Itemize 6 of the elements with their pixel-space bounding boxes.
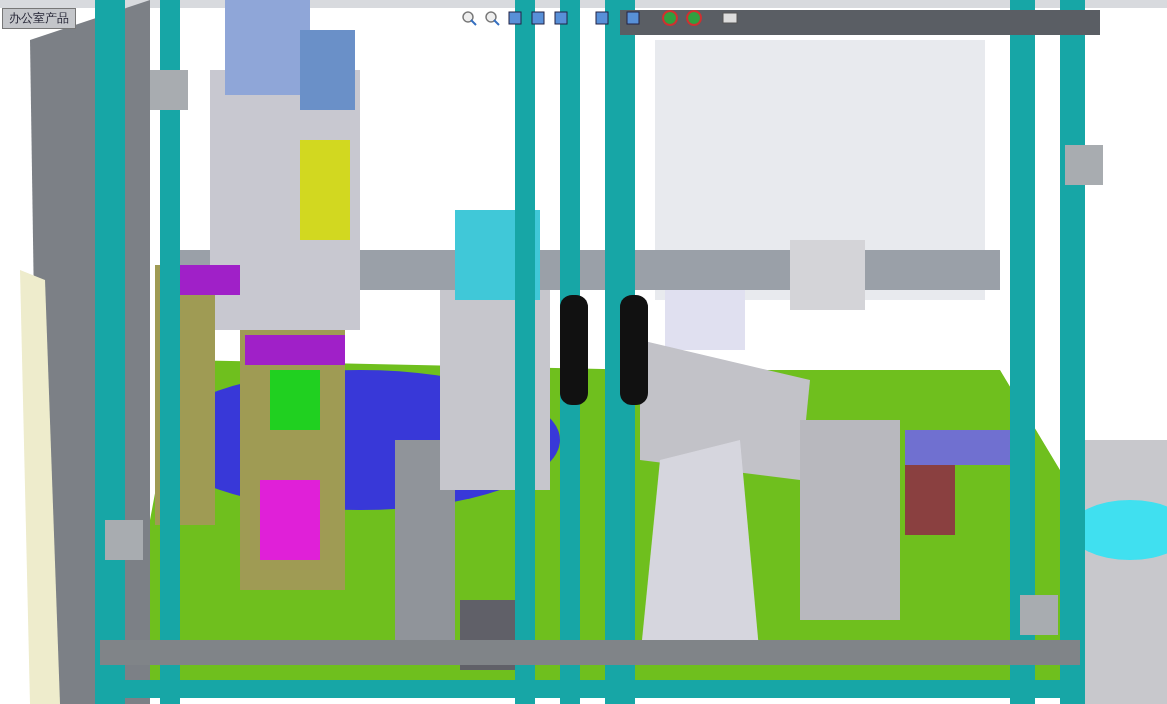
monitor-icon[interactable] xyxy=(722,10,738,26)
zoom-area-icon[interactable] xyxy=(484,10,500,26)
box-icon[interactable] xyxy=(594,10,610,26)
zoom-to-fit-icon[interactable] xyxy=(461,10,477,26)
cube-icon[interactable] xyxy=(553,10,569,26)
feature-tab[interactable]: 办公室产品 xyxy=(2,8,76,29)
